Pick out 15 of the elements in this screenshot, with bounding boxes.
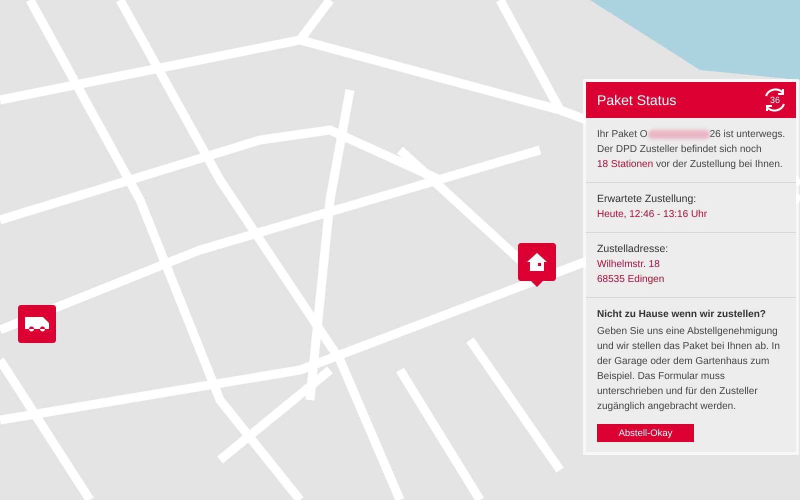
section-label: Zustelladresse: bbox=[597, 242, 670, 257]
truck-marker[interactable] bbox=[18, 305, 56, 343]
abstell-button[interactable]: Abstell-Okay bbox=[597, 424, 694, 442]
section-value: Wilhelmstr. 18 bbox=[597, 258, 661, 272]
house-icon bbox=[526, 252, 548, 272]
refresh-badge[interactable]: 36 bbox=[762, 87, 788, 113]
status-text: Ihr Paket O 26 ist unterwegs. Der DPD Zusteller befindet sich noch 18 Stationen vor der Zustellung bei Ihnen. bbox=[597, 128, 786, 172]
section-label: Erwartete Zustellung: bbox=[597, 192, 698, 207]
panel-title: Paket Status bbox=[597, 92, 676, 108]
truck-icon bbox=[24, 316, 50, 332]
notice-text: Geben Sie uns eine Abstellgenehmigung und wir stellen das Paket bei Ihnen ab. In der Garage oder dem Gartenhaus zum Beispiel. Das Formular muss unterschrieben und für den Zusteller zugänglich angebracht werden. bbox=[597, 325, 781, 414]
notice-heading: Nicht zu Hause wenn wir zustellen? bbox=[597, 308, 767, 322]
section-value: 68535 Edingen bbox=[597, 273, 666, 287]
stations-link[interactable]: 18 Stationen bbox=[597, 159, 654, 170]
section-value: Heute, 12:46 - 13:16 Uhr bbox=[597, 208, 708, 222]
